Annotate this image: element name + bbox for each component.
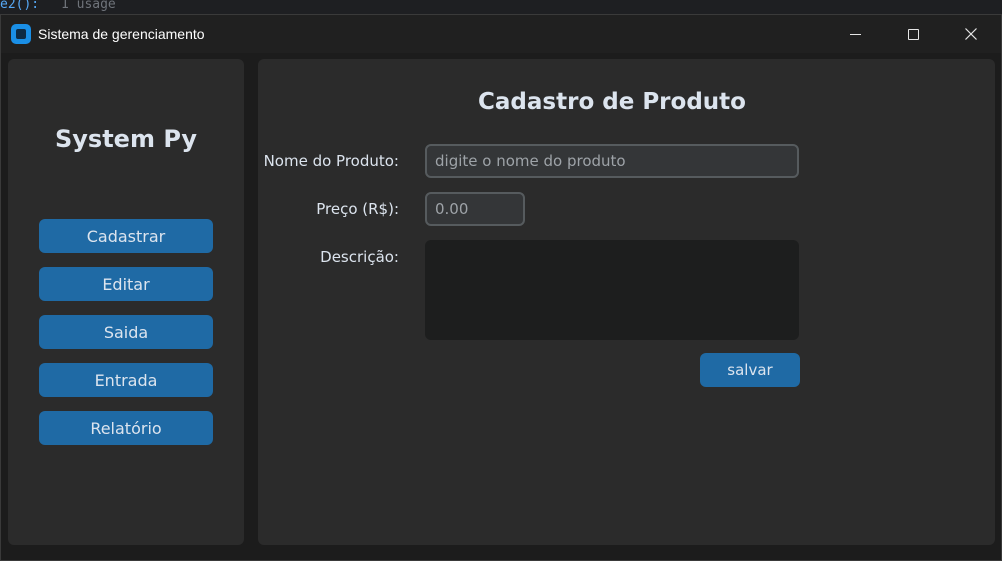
close-button[interactable] xyxy=(942,15,1000,53)
description-label: Descrição: xyxy=(320,248,399,266)
close-icon xyxy=(965,28,977,40)
editar-button[interactable]: Editar xyxy=(39,267,213,301)
page-title: Cadastro de Produto xyxy=(478,89,746,115)
app-window: Sistema de gerenciamento System Py Cadas… xyxy=(0,14,1002,561)
save-button[interactable]: salvar xyxy=(700,353,800,387)
background-usage-hint: 1 usage xyxy=(60,0,116,12)
sidebar: System Py Cadastrar Editar Saida Entrada… xyxy=(8,59,244,545)
maximize-button[interactable] xyxy=(884,15,942,53)
saida-button[interactable]: Saida xyxy=(39,315,213,349)
price-label: Preço (R$): xyxy=(316,200,399,218)
minimize-button[interactable] xyxy=(826,15,884,53)
app-icon xyxy=(11,24,31,44)
background-code: e2(): xyxy=(0,0,40,12)
window-title: Sistema de gerenciamento xyxy=(38,26,205,42)
cadastrar-button[interactable]: Cadastrar xyxy=(39,219,213,253)
background-editor-strip: e2(): 1 usage xyxy=(0,0,1002,14)
maximize-icon xyxy=(907,28,919,40)
main-panel: Cadastro de Produto Nome do Produto: Pre… xyxy=(258,59,995,545)
product-name-label: Nome do Produto: xyxy=(263,152,399,170)
entrada-button[interactable]: Entrada xyxy=(39,363,213,397)
relatorio-button[interactable]: Relatório xyxy=(39,411,213,445)
product-name-input[interactable] xyxy=(425,144,799,178)
brand-title: System Py xyxy=(54,125,197,153)
description-textbox[interactable] xyxy=(425,240,799,340)
minimize-icon xyxy=(849,33,861,35)
price-input[interactable] xyxy=(425,192,525,226)
title-bar[interactable]: Sistema de gerenciamento xyxy=(1,15,1001,53)
